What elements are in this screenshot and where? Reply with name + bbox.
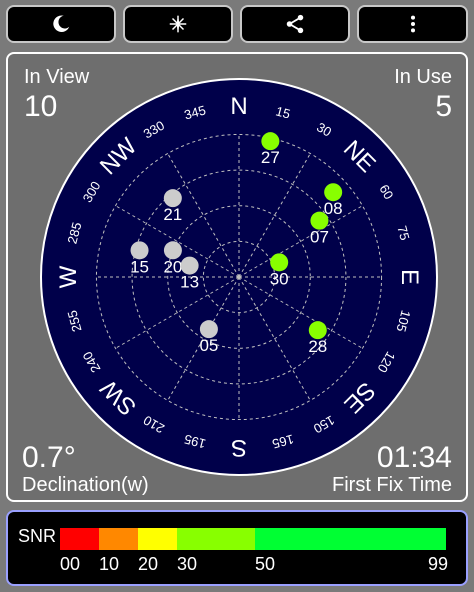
- snr-segment: [60, 528, 99, 550]
- satellite-prn: 05: [199, 336, 218, 355]
- compass-star-icon: [169, 14, 187, 34]
- satellite-prn: 21: [163, 205, 182, 224]
- satellite-prn: 07: [310, 228, 329, 247]
- snr-tick-label: 30: [176, 554, 197, 574]
- satellite-marker[interactable]: 05: [199, 320, 218, 355]
- snr-segment: [137, 528, 177, 550]
- satellite-marker[interactable]: 20: [163, 241, 182, 276]
- snr-tick-label: 10: [98, 554, 120, 574]
- satellite-marker[interactable]: 30: [270, 253, 289, 288]
- snr-tick-label: 00: [60, 554, 81, 574]
- satellite-marker[interactable]: 15: [130, 241, 149, 276]
- satellite-marker[interactable]: 13: [180, 256, 199, 292]
- toolbar: [0, 0, 474, 46]
- cardinal-label: E: [396, 269, 423, 285]
- satellite-marker[interactable]: 21: [163, 189, 182, 224]
- cardinal-label: W: [55, 265, 82, 288]
- declination-label: Declination(w): [22, 474, 149, 496]
- first-fix-time-value: 01:34: [376, 441, 452, 474]
- declination-value: 0.7°: [22, 441, 76, 474]
- in-use-value: 5: [435, 90, 452, 123]
- cardinal-label: S: [231, 434, 247, 461]
- satellite-prn: 28: [308, 337, 327, 356]
- snr-title: SNR: [18, 526, 57, 546]
- satellite-prn: 27: [261, 148, 280, 167]
- sky-panel: N NE E SE S SW W NW 15 30 60 75 105 120 150 165 195 210 24…: [6, 52, 468, 502]
- satellite-prn: 15: [130, 257, 149, 276]
- satellite-marker[interactable]: 27: [261, 132, 280, 167]
- cardinal-label: N: [230, 93, 247, 120]
- satellite-prn: 13: [180, 273, 199, 292]
- share-icon: [286, 14, 304, 34]
- snr-legend: SNR 00 10 20 30 50 99: [6, 510, 468, 586]
- compass-button[interactable]: [123, 5, 233, 43]
- snr-segment: [98, 528, 138, 550]
- in-use-label: In Use: [394, 66, 452, 88]
- first-fix-time-label: First Fix Time: [332, 474, 452, 496]
- snr-tick-label: 20: [137, 554, 158, 574]
- in-view-value: 10: [24, 90, 58, 123]
- snr-segment: [254, 528, 446, 550]
- satellite-marker[interactable]: 08: [324, 183, 343, 218]
- more-vert-icon: [410, 15, 415, 33]
- satellite-marker[interactable]: 28: [308, 321, 327, 356]
- satellite-marker[interactable]: 07: [310, 211, 329, 247]
- in-view-label: In View: [24, 66, 90, 88]
- satellite-prn: 30: [270, 269, 289, 288]
- sky-plot: NNEESESSWWNW1530607510512015016519521024…: [40, 78, 438, 476]
- share-button[interactable]: [240, 5, 350, 43]
- overflow-menu-button[interactable]: [357, 5, 468, 43]
- snr-tick-label: 50: [254, 554, 275, 574]
- moon-icon: [53, 15, 70, 32]
- night-mode-button[interactable]: [6, 5, 116, 43]
- snr-segment: [176, 528, 255, 550]
- snr-tick-label: 99: [428, 554, 449, 574]
